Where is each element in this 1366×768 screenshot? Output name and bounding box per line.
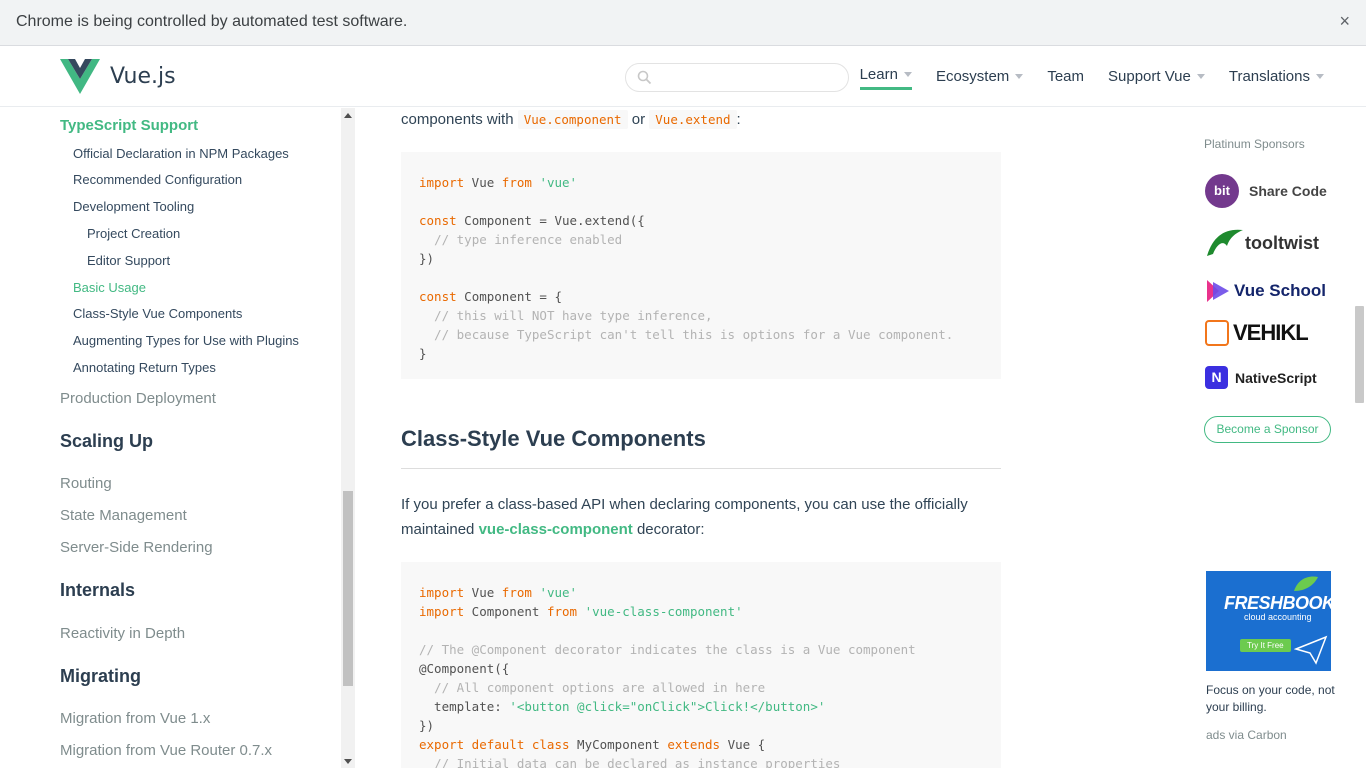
carbon-ad-image[interactable]: FRESHBOOKS cloud accounting Try It Free (1206, 571, 1331, 671)
sidebar-item-recommended-configuration[interactable]: Recommended Configuration (73, 172, 242, 187)
sponsor-bit-label: Share Code (1249, 183, 1327, 199)
nativescript-logo-icon: N (1205, 366, 1228, 389)
nav-translations[interactable]: Translations (1229, 68, 1324, 89)
sidebar-item-basic-usage[interactable]: Basic Usage (73, 280, 146, 295)
sponsor-tooltwist-label: tooltwist (1245, 232, 1319, 253)
sponsor-vueschool[interactable]: Vue School (1205, 278, 1326, 304)
search-icon (637, 70, 652, 85)
nav-support-vue[interactable]: Support Vue (1108, 68, 1205, 89)
ad-try-button[interactable]: Try It Free (1240, 639, 1291, 652)
tooltwist-logo-icon (1207, 229, 1243, 256)
sidebar-item-class-style-components[interactable]: Class-Style Vue Components (73, 306, 242, 321)
ad-subtitle: cloud accounting (1244, 612, 1312, 622)
sponsors-title: Platinum Sponsors (1204, 137, 1305, 151)
nav-ecosystem-label: Ecosystem (935, 67, 1010, 85)
sponsor-vehikl[interactable]: VEHIKL (1205, 320, 1309, 346)
sidebar-item-migration-router[interactable]: Migration from Vue Router 0.7.x (60, 742, 272, 759)
code-block-basic-usage: import Vue from 'vue' const Component = … (401, 152, 1001, 379)
logo-link[interactable]: Vue.js (60, 59, 176, 94)
bit-logo-icon: bit (1205, 174, 1239, 208)
sponsor-nativescript[interactable]: N NativeScript (1205, 366, 1317, 389)
intro-colon: : (736, 111, 741, 128)
sidebar-item-development-tooling[interactable]: Development Tooling (73, 199, 194, 214)
sidebar-item-migration-vue1[interactable]: Migration from Vue 1.x (60, 710, 210, 727)
paper-plane-icon (1294, 635, 1328, 665)
nav-learn[interactable]: Learn (859, 66, 912, 90)
vue-class-component-link[interactable]: vue-class-component (479, 521, 633, 538)
sidebar-heading-scaling-up: Scaling Up (60, 431, 154, 451)
sidebar-item-project-creation[interactable]: Project Creation (87, 226, 180, 241)
vehikl-logo-icon (1205, 320, 1229, 346)
sponsor-tooltwist[interactable]: tooltwist (1205, 226, 1319, 260)
sidebar-item-production-deployment[interactable]: Production Deployment (60, 390, 216, 407)
nav-learn-label: Learn (859, 66, 898, 83)
sidebar-item-ssr[interactable]: Server-Side Rendering (60, 539, 213, 556)
sponsor-nativescript-label: NativeScript (1235, 369, 1317, 386)
sidebar-item-state-management[interactable]: State Management (60, 507, 187, 524)
sidebar-item-typescript-support[interactable]: TypeScript Support (60, 117, 198, 134)
logo-text: Vue.js (110, 64, 176, 89)
sponsor-vehikl-label: VEHIKL (1233, 320, 1309, 345)
sponsor-vueschool-label: Vue School (1234, 281, 1326, 300)
sidebar-item-reactivity[interactable]: Reactivity in Depth (60, 625, 185, 642)
ad-text[interactable]: Focus on your code, not your billing. (1206, 682, 1336, 716)
become-sponsor-button[interactable]: Become a Sponsor (1204, 416, 1331, 443)
ads-via-carbon-link[interactable]: ads via Carbon (1206, 728, 1287, 742)
scroll-up-icon[interactable] (344, 113, 352, 118)
class-style-paragraph: If you prefer a class-based API when dec… (401, 492, 1001, 542)
chevron-down-icon (1196, 73, 1205, 79)
nav-ecosystem[interactable]: Ecosystem (935, 67, 1024, 89)
sidebar-scrollbar[interactable] (341, 108, 355, 768)
intro-or: or (631, 111, 646, 128)
sidebar-heading-migrating: Migrating (60, 666, 141, 686)
sponsor-bit[interactable]: bit Share Code (1205, 174, 1327, 208)
chevron-down-icon (1015, 73, 1024, 79)
search-input[interactable] (625, 63, 849, 92)
sidebar: TypeScript Support Official Declaration … (0, 108, 340, 768)
page-scrollbar-thumb[interactable] (1355, 306, 1364, 403)
intro-paragraph: components with Vue.component or Vue.ext… (401, 107, 1001, 132)
site-header: Vue.js Learn Ecosystem Team Support Vue … (0, 47, 1366, 107)
sidebar-item-official-declaration[interactable]: Official Declaration in NPM Packages (73, 146, 289, 161)
main-nav: Learn Ecosystem Team Support Vue Transla… (836, 66, 1324, 90)
ad-brand: FRESHBOOKS (1224, 593, 1331, 613)
sidebar-item-annotating-return-types[interactable]: Annotating Return Types (73, 360, 216, 375)
page-scrollbar[interactable] (1352, 107, 1366, 768)
infobar-text: Chrome is being controlled by automated … (16, 13, 408, 30)
nav-team-label: Team (1047, 67, 1084, 85)
close-icon[interactable]: × (1339, 11, 1350, 32)
sidebar-scrollbar-thumb[interactable] (343, 491, 353, 686)
sidebar-item-editor-support[interactable]: Editor Support (87, 253, 170, 268)
code-block-class-component: import Vue from 'vue' import Component f… (401, 562, 1001, 768)
leaf-icon (1294, 576, 1318, 591)
nav-team[interactable]: Team (1047, 68, 1084, 89)
intro-text: components with (401, 111, 514, 128)
nav-support-vue-label: Support Vue (1108, 67, 1191, 85)
inline-code-vue-extend: Vue.extend (649, 110, 737, 129)
vueschool-logo-icon (1207, 280, 1229, 302)
inline-code-vue-component: Vue.component (517, 110, 628, 129)
sidebar-item-augmenting-types[interactable]: Augmenting Types for Use with Plugins (73, 333, 299, 348)
sidebar-heading-internals: Internals (60, 580, 136, 600)
paragraph-suffix: decorator: (636, 521, 705, 538)
heading-class-style-components: Class-Style Vue Components (401, 426, 1001, 469)
sidebar-item-routing[interactable]: Routing (60, 475, 112, 492)
chevron-down-icon (1316, 73, 1324, 79)
nav-translations-label: Translations (1228, 67, 1310, 85)
chevron-down-icon (903, 72, 912, 77)
scroll-down-icon[interactable] (344, 759, 352, 764)
vue-logo-icon (60, 59, 100, 94)
automation-infobar: Chrome is being controlled by automated … (0, 0, 1366, 46)
